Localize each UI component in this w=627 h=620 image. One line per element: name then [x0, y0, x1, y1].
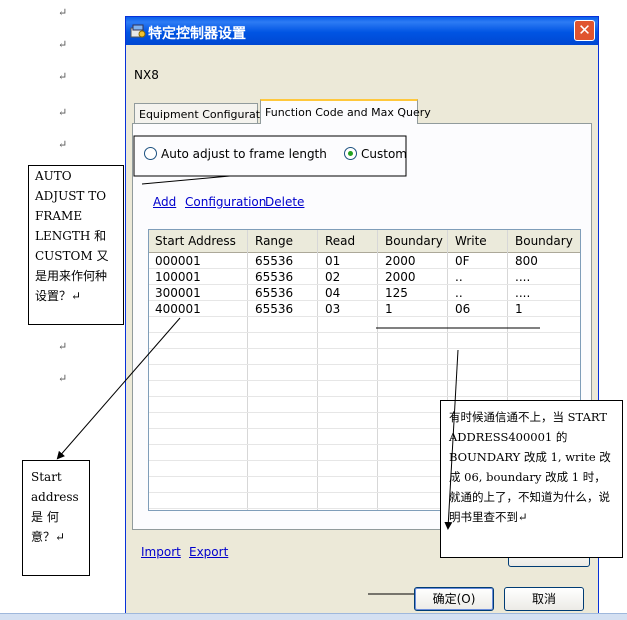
close-button[interactable]: ✕ [574, 20, 595, 41]
table-cell[interactable]: .. [455, 270, 463, 284]
column-header[interactable]: Write [455, 234, 487, 248]
table-cell[interactable]: 1 [385, 302, 393, 316]
table-cell[interactable]: 2000 [385, 270, 416, 284]
delete-link[interactable]: Delete [265, 195, 304, 209]
table-cell[interactable]: 300001 [155, 286, 201, 300]
cancel-button[interactable]: 取消 [504, 587, 584, 611]
column-header[interactable]: Boundary [385, 234, 443, 248]
table-cell[interactable]: 06 [455, 302, 470, 316]
paragraph-mark: ↵ [58, 70, 68, 83]
table-cell[interactable]: .. [455, 286, 463, 300]
add-link[interactable]: Add [153, 195, 176, 209]
column-header[interactable]: Start Address [155, 234, 236, 248]
paragraph-mark: ↵ [58, 106, 68, 119]
table-cell[interactable]: 04 [325, 286, 340, 300]
column-header[interactable]: Boundary [515, 234, 573, 248]
device-name: NX8 [134, 68, 159, 82]
column-header[interactable]: Range [255, 234, 293, 248]
table-cell[interactable]: 02 [325, 270, 340, 284]
paragraph-mark: ↵ [58, 138, 68, 151]
tab-equipment-configuration[interactable]: Equipment Configuration [134, 103, 277, 123]
table-cell[interactable]: 65536 [255, 270, 293, 284]
table-cell[interactable]: 65536 [255, 254, 293, 268]
export-link[interactable]: Export [189, 545, 228, 559]
table-cell[interactable]: 65536 [255, 302, 293, 316]
radio-selected-icon [344, 147, 357, 160]
table-cell[interactable]: 400001 [155, 302, 201, 316]
table-cell[interactable]: 0F [455, 254, 470, 268]
column-header[interactable]: Read [325, 234, 355, 248]
auto-adjust-label: Auto adjust to frame length [161, 147, 327, 161]
table-header: Start Address Range Read Boundary Write … [149, 230, 580, 253]
custom-label: Custom [361, 147, 407, 161]
table-cell[interactable]: 000001 [155, 254, 201, 268]
table-cell[interactable]: 01 [325, 254, 340, 268]
annotation-boundary-note: 有时候通信通不上，当 START ADDRESS400001 的 BOUNDAR… [440, 400, 623, 558]
dialog-title: 特定控制器设置 [148, 26, 246, 42]
title-bar[interactable]: 特定控制器设置 ✕ [126, 17, 598, 45]
annotation-start-address: Start address 是 何意？↵ [22, 460, 90, 576]
table-cell[interactable]: .... [515, 270, 530, 284]
table-cell[interactable]: .... [515, 286, 530, 300]
annotation-text: AUTO ADJUST TO FRAME LENGTH 和 CUSTOM 又是用… [35, 169, 109, 303]
configuration-link[interactable]: Configuration [185, 195, 266, 209]
close-icon: ✕ [578, 21, 591, 39]
settings-app-icon [130, 24, 146, 38]
table-cell[interactable]: 125 [385, 286, 408, 300]
table-cell[interactable]: 100001 [155, 270, 201, 284]
table-cell[interactable]: 1 [515, 302, 523, 316]
paragraph-mark: ↵ [58, 372, 68, 385]
paragraph-mark: ↵ [58, 38, 68, 51]
import-link[interactable]: Import [141, 545, 181, 559]
auto-adjust-radio[interactable]: Auto adjust to frame length [144, 147, 327, 161]
annotation-text: 有时候通信通不上，当 START ADDRESS400001 的 BOUNDAR… [449, 410, 611, 524]
radio-icon [144, 147, 157, 160]
table-cell[interactable]: 03 [325, 302, 340, 316]
table-cell[interactable]: 800 [515, 254, 538, 268]
annotation-text: Start address 是 何意？↵ [31, 470, 79, 544]
tab-function-code[interactable]: Function Code and Max Query [260, 99, 431, 124]
ok-button[interactable]: 确定(O) [414, 587, 494, 611]
paragraph-mark: ↵ [58, 6, 68, 19]
annotation-frame-length: AUTO ADJUST TO FRAME LENGTH 和 CUSTOM 又是用… [28, 165, 124, 325]
paragraph-mark: ↵ [58, 340, 68, 353]
table-cell[interactable]: 65536 [255, 286, 293, 300]
custom-radio[interactable]: Custom [344, 147, 407, 161]
table-cell[interactable]: 2000 [385, 254, 416, 268]
